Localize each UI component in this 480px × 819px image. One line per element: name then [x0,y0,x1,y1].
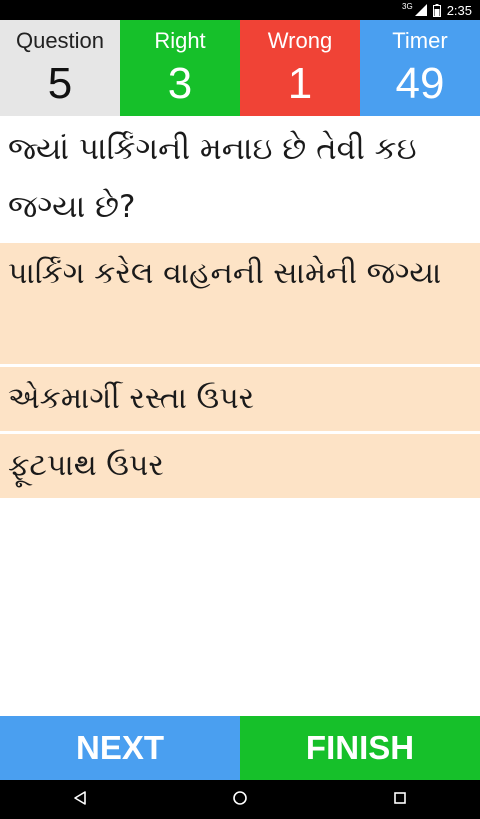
right-counter: Right 3 [120,20,240,116]
timer-value: 49 [395,59,445,108]
timer-label: Timer [392,28,448,53]
question-number: 5 [47,59,73,108]
home-icon [232,790,248,810]
question-counter: Question 5 [0,20,120,116]
status-bar: 3G 2:35 [0,0,480,20]
battery-icon [432,3,441,17]
back-icon [72,790,88,810]
signal-icon [414,4,427,16]
answer-option-2[interactable]: એકમાર્ગી રસ્તા ઉપર [0,367,480,431]
question-label: Question [15,28,105,53]
back-button[interactable] [30,780,130,819]
finish-button[interactable]: FINISH [240,716,480,780]
recents-button[interactable] [350,780,450,819]
wrong-count: 1 [287,59,313,108]
wrong-counter: Wrong 1 [240,20,360,116]
wrong-label: Wrong [267,28,333,53]
score-header: Question 5 Right 3 Wrong 1 Timer 49 [0,20,480,116]
timer: Timer 49 [360,20,480,116]
home-button[interactable] [190,780,290,819]
right-count: 3 [167,59,193,108]
recents-icon [393,790,407,809]
answer-option-1[interactable]: પાર્કિંગ કરેલ વાહનની સામેની જગ્યા [0,243,480,364]
clock: 2:35 [446,2,472,18]
network-type: 3G [402,1,413,11]
navigation-bar [0,780,480,819]
answer-option-3[interactable]: ફૂટપાથ ઉપર [0,434,480,498]
next-button[interactable]: NEXT [0,716,240,780]
question-text: જ્યાં પાર્કિંગની મનાઇ છે તેવી કઇ જગ્યા છ… [8,131,417,225]
right-label: Right [154,28,206,53]
